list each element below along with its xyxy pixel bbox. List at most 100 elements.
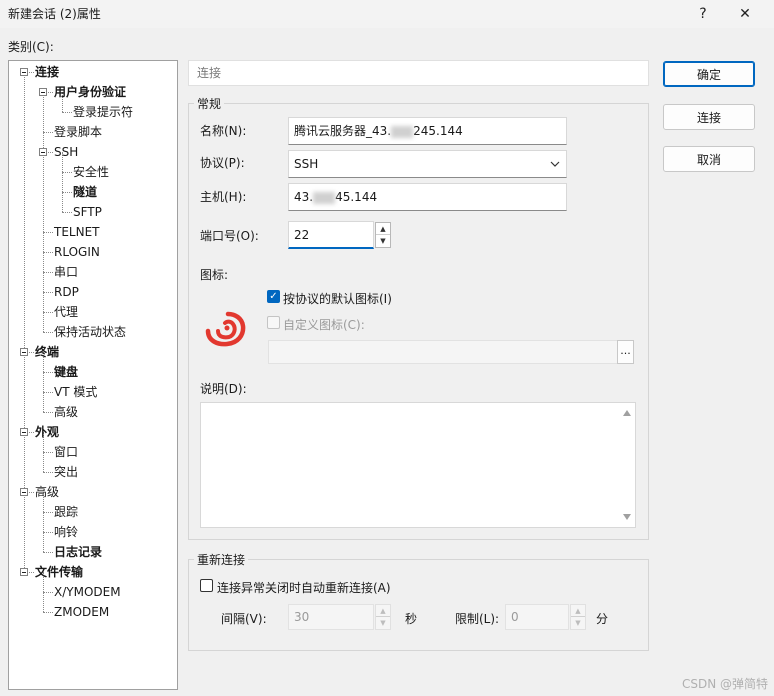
connect-button[interactable]: 连接 bbox=[663, 104, 755, 130]
port-input[interactable]: 22 bbox=[288, 221, 374, 249]
interval-spinner[interactable]: ▲ ▼ bbox=[375, 604, 391, 630]
tree-item[interactable]: ZMODEM bbox=[54, 602, 109, 622]
limit-label: 限制(L): bbox=[455, 612, 500, 626]
tree-item[interactable]: 隧道 bbox=[73, 182, 97, 202]
tree-item[interactable]: 安全性 bbox=[73, 162, 109, 182]
limit-spinner[interactable]: ▲ ▼ bbox=[570, 604, 586, 630]
custom-icon-checkbox[interactable] bbox=[267, 316, 280, 329]
collapse-icon[interactable] bbox=[20, 68, 28, 76]
auto-reconnect-label: 连接异常关闭时自动重新连接(A) bbox=[217, 581, 391, 595]
tree-branch-line bbox=[43, 392, 53, 393]
auto-reconnect-checkbox[interactable] bbox=[200, 579, 213, 592]
tree-branch-line bbox=[43, 232, 53, 233]
tree-item[interactable]: 登录提示符 bbox=[73, 102, 133, 122]
limit-unit: 分 bbox=[596, 612, 609, 626]
tree-item[interactable]: TELNET bbox=[54, 222, 100, 242]
name-input[interactable]: 腾讯云服务器_43. 245.144 bbox=[288, 117, 567, 145]
collapse-icon[interactable] bbox=[39, 148, 47, 156]
tree-branch-line bbox=[43, 412, 53, 413]
collapse-icon[interactable] bbox=[20, 428, 28, 436]
tree-item[interactable]: 连接 bbox=[35, 62, 59, 82]
cancel-button[interactable]: 取消 bbox=[663, 146, 755, 172]
protocol-select[interactable]: SSH bbox=[288, 150, 567, 178]
scrollbar[interactable] bbox=[620, 404, 634, 526]
tree-item[interactable]: SSH bbox=[54, 142, 78, 162]
tree-branch-line bbox=[62, 212, 72, 213]
collapse-icon[interactable] bbox=[20, 488, 28, 496]
spin-up-icon[interactable]: ▲ bbox=[571, 605, 585, 617]
tree-item[interactable]: 外观 bbox=[35, 422, 59, 442]
section-header: 连接 bbox=[188, 60, 649, 86]
limit-input[interactable]: 0 bbox=[505, 604, 569, 630]
tree-item[interactable]: 终端 bbox=[35, 342, 59, 362]
tree-branch-line bbox=[43, 612, 53, 613]
scroll-down-icon[interactable] bbox=[623, 514, 631, 520]
tree-item[interactable]: RDP bbox=[54, 282, 79, 302]
tree-item[interactable]: 保持活动状态 bbox=[54, 322, 126, 342]
tree-item[interactable]: 跟踪 bbox=[54, 502, 78, 522]
collapse-icon[interactable] bbox=[39, 88, 47, 96]
icon-label: 图标: bbox=[200, 268, 229, 282]
tree-item[interactable]: 用户身份验证 bbox=[54, 82, 126, 102]
tree-item[interactable]: 代理 bbox=[54, 302, 78, 322]
redacted-mask bbox=[391, 125, 414, 138]
category-label: 类别(C): bbox=[8, 40, 54, 54]
protocol-value: SSH bbox=[294, 157, 319, 171]
reconnect-group-label: 重新连接 bbox=[194, 551, 249, 568]
spin-down-icon[interactable]: ▼ bbox=[376, 235, 390, 247]
tree-item[interactable]: SFTP bbox=[73, 202, 102, 222]
tree-item[interactable]: X/YMODEM bbox=[54, 582, 121, 602]
tree-branch-line bbox=[43, 552, 53, 553]
description-textarea[interactable] bbox=[200, 402, 636, 528]
tree-item[interactable]: 窗口 bbox=[54, 442, 78, 462]
tree-item[interactable]: 串口 bbox=[54, 262, 78, 282]
tree-branch-line bbox=[62, 192, 72, 193]
interval-unit: 秒 bbox=[405, 612, 418, 626]
title-bar bbox=[0, 0, 774, 28]
default-icon-checkbox[interactable]: ✓ bbox=[267, 290, 280, 303]
redacted-mask bbox=[313, 191, 336, 204]
tree-branch-line bbox=[43, 312, 53, 313]
ok-button[interactable]: 确定 bbox=[663, 61, 755, 87]
close-button[interactable]: ✕ bbox=[722, 0, 768, 28]
tree-item[interactable]: 文件传输 bbox=[35, 562, 83, 582]
tree-branch-line bbox=[43, 252, 53, 253]
tree-item[interactable]: 高级 bbox=[35, 482, 59, 502]
interval-input[interactable]: 30 bbox=[288, 604, 374, 630]
port-spinner[interactable]: ▲ ▼ bbox=[375, 222, 391, 248]
custom-icon-label: 自定义图标(C): bbox=[283, 318, 365, 332]
tree-guide-line bbox=[43, 92, 44, 332]
browse-button[interactable]: ... bbox=[617, 340, 634, 364]
tree-branch-line bbox=[43, 292, 53, 293]
tree-item[interactable]: 突出 bbox=[54, 462, 78, 482]
collapse-icon[interactable] bbox=[20, 348, 28, 356]
general-group-label: 常规 bbox=[194, 95, 225, 112]
host-value-prefix: 43. bbox=[294, 190, 314, 204]
tree-item[interactable]: 键盘 bbox=[54, 362, 78, 382]
tree-branch-line bbox=[43, 452, 53, 453]
help-button[interactable]: ? bbox=[680, 0, 726, 28]
host-input[interactable]: 43. 45.144 bbox=[288, 183, 567, 211]
tree-item[interactable]: 登录脚本 bbox=[54, 122, 102, 142]
tree-item[interactable]: 响铃 bbox=[54, 522, 78, 542]
tree-item[interactable]: RLOGIN bbox=[54, 242, 100, 262]
window-title: 新建会话 (2)属性 bbox=[8, 7, 101, 21]
tree-branch-line bbox=[43, 532, 53, 533]
custom-icon-path-input[interactable] bbox=[268, 340, 618, 364]
host-value-suffix: 45.144 bbox=[335, 190, 378, 204]
default-icon-label: 按协议的默认图标(I) bbox=[283, 292, 392, 306]
spin-up-icon[interactable]: ▲ bbox=[376, 605, 390, 617]
tree-item[interactable]: 高级 bbox=[54, 402, 78, 422]
spin-up-icon[interactable]: ▲ bbox=[376, 223, 390, 235]
spin-down-icon[interactable]: ▼ bbox=[571, 617, 585, 629]
tree-item[interactable]: VT 模式 bbox=[54, 382, 97, 402]
spin-down-icon[interactable]: ▼ bbox=[376, 617, 390, 629]
swirl-icon bbox=[205, 311, 246, 347]
tree-item[interactable]: 日志记录 bbox=[54, 542, 102, 562]
scroll-up-icon[interactable] bbox=[623, 410, 631, 416]
name-label: 名称(N): bbox=[200, 124, 247, 138]
category-tree[interactable]: 连接 用户身份验证 登录提示符 登录脚本 SSH 安全性 隧道 SFTP TELNET RLOGI… bbox=[8, 60, 178, 690]
tree-branch-line bbox=[43, 472, 53, 473]
collapse-icon[interactable] bbox=[20, 568, 28, 576]
port-label: 端口号(O): bbox=[200, 229, 259, 243]
